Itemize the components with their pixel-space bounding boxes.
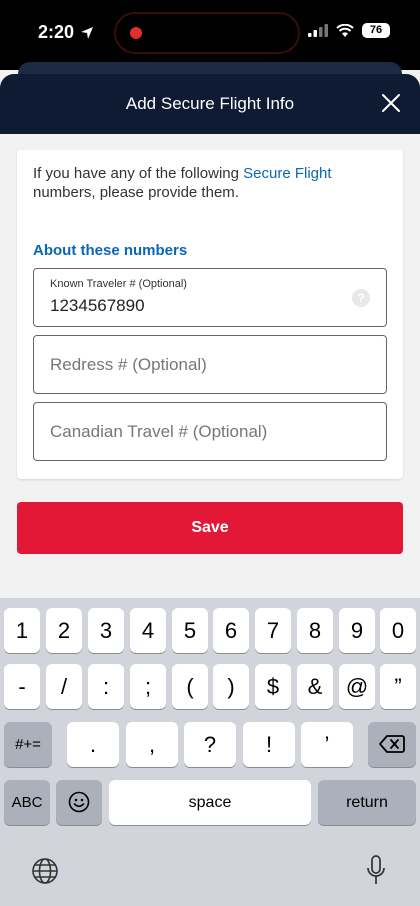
known-traveler-value[interactable]: 1234567890: [50, 296, 145, 316]
key-ampersand[interactable]: &: [297, 664, 333, 709]
close-icon[interactable]: [378, 90, 404, 116]
backspace-icon: [379, 735, 405, 753]
secure-flight-link[interactable]: Secure Flight: [243, 165, 331, 182]
key-open-paren[interactable]: (: [172, 664, 208, 709]
key-0[interactable]: 0: [380, 608, 416, 653]
dynamic-island: [114, 12, 300, 54]
space-key[interactable]: space: [109, 780, 311, 825]
status-time-group: 2:20: [38, 22, 94, 43]
status-icons: 76: [308, 23, 390, 38]
known-traveler-label: Known Traveler # (Optional): [50, 278, 187, 290]
intro-suffix: numbers, please provide them.: [33, 184, 239, 201]
redress-placeholder: Redress # (Optional): [50, 355, 207, 374]
about-these-numbers-link[interactable]: About these numbers: [33, 242, 187, 259]
secure-flight-card: If you have any of the following Secure …: [17, 150, 403, 479]
modal-title: Add Secure Flight Info: [125, 94, 295, 113]
key-8[interactable]: 8: [297, 608, 333, 653]
key-quote[interactable]: ”: [380, 664, 416, 709]
modal-content: If you have any of the following Secure …: [0, 134, 420, 598]
location-arrow-icon: [81, 26, 94, 39]
key-2[interactable]: 2: [46, 608, 82, 653]
globe-icon[interactable]: [30, 856, 60, 886]
key-dollar[interactable]: $: [255, 664, 291, 709]
wifi-icon: [336, 24, 354, 37]
key-1[interactable]: 1: [4, 608, 40, 653]
key-close-paren[interactable]: ): [213, 664, 249, 709]
key-6[interactable]: 6: [213, 608, 249, 653]
save-button[interactable]: Save: [17, 502, 403, 554]
emoji-key[interactable]: [56, 780, 102, 825]
key-period[interactable]: .: [67, 722, 119, 767]
key-3[interactable]: 3: [88, 608, 124, 653]
canadian-travel-placeholder: Canadian Travel # (Optional): [50, 422, 268, 441]
backspace-key[interactable]: [368, 722, 416, 767]
status-time: 2:20: [38, 22, 75, 42]
key-abc[interactable]: ABC: [4, 780, 50, 825]
key-question[interactable]: ?: [184, 722, 236, 767]
emoji-icon: [68, 791, 90, 813]
modal-header: Add Secure Flight Info: [0, 74, 420, 134]
key-9[interactable]: 9: [339, 608, 375, 653]
known-traveler-field[interactable]: Known Traveler # (Optional) 1234567890 ?: [33, 268, 387, 327]
key-5[interactable]: 5: [172, 608, 208, 653]
numeric-keyboard: 1 2 3 4 5 6 7 8 9 0 - / : ; ( ) $ & @ ” …: [0, 598, 420, 906]
key-colon[interactable]: :: [88, 664, 124, 709]
return-key[interactable]: return: [318, 780, 416, 825]
info-icon[interactable]: ?: [352, 289, 370, 307]
cellular-signal-icon: [308, 24, 328, 37]
redress-field[interactable]: Redress # (Optional): [33, 335, 387, 394]
key-more-symbols[interactable]: #+=: [4, 722, 52, 767]
recording-indicator-icon: [130, 27, 142, 39]
key-exclamation[interactable]: !: [243, 722, 295, 767]
intro-prefix: If you have any of the following: [33, 165, 244, 182]
key-apostrophe[interactable]: ’: [301, 722, 353, 767]
battery-icon: 76: [362, 23, 390, 38]
key-hyphen[interactable]: -: [4, 664, 40, 709]
key-4[interactable]: 4: [130, 608, 166, 653]
key-at[interactable]: @: [339, 664, 375, 709]
microphone-icon[interactable]: [364, 854, 388, 888]
intro-text: If you have any of the following Secure …: [33, 164, 383, 202]
key-7[interactable]: 7: [255, 608, 291, 653]
key-slash[interactable]: /: [46, 664, 82, 709]
key-semicolon[interactable]: ;: [130, 664, 166, 709]
status-bar: 2:20 76: [0, 0, 420, 70]
key-comma[interactable]: ,: [126, 722, 178, 767]
canadian-travel-field[interactable]: Canadian Travel # (Optional): [33, 402, 387, 461]
